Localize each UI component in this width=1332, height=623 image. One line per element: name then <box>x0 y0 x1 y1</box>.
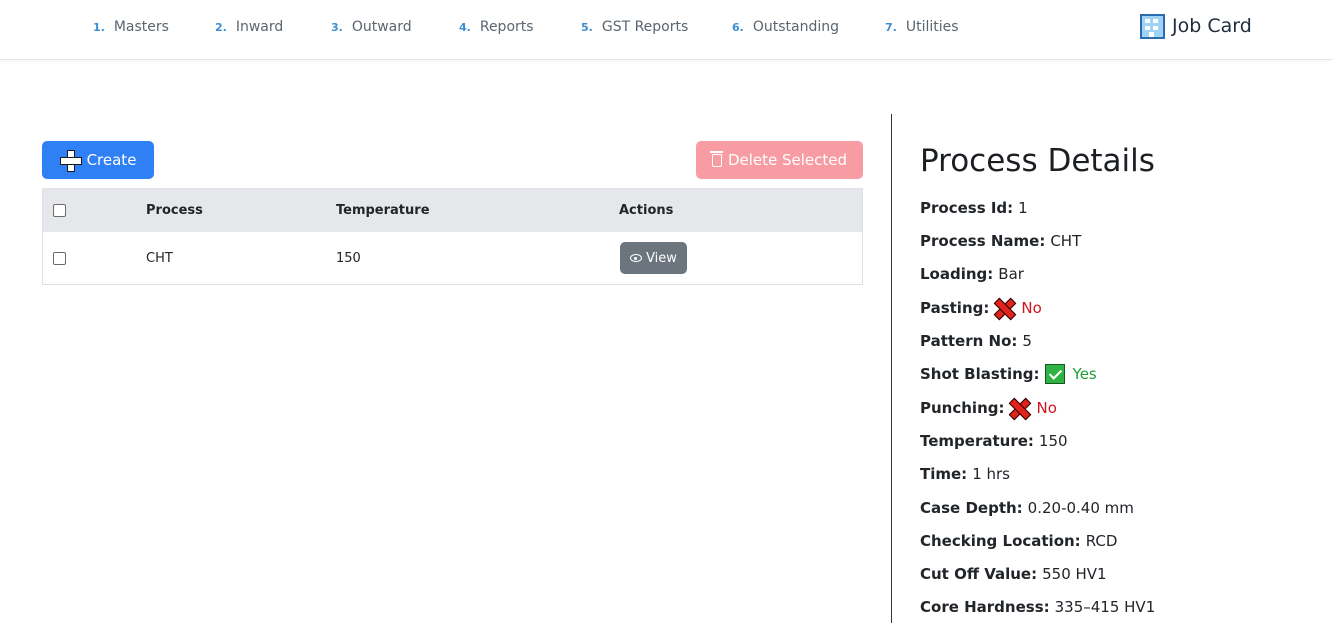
nav-item-outward[interactable]: 3. Outward <box>331 17 412 37</box>
nav-label: Masters <box>113 19 169 35</box>
nav-item-outstanding[interactable]: 6. Outstanding <box>732 17 839 37</box>
detail-label: Time: <box>920 465 968 483</box>
cross-mark-icon <box>1009 398 1029 418</box>
detail-value: Yes <box>1072 365 1097 383</box>
detail-value: RCD <box>1085 532 1118 550</box>
detail-loading: Loading: Bar <box>920 263 1024 285</box>
detail-value: Bar <box>998 265 1024 283</box>
nav-item-utilities[interactable]: 7. Utilities <box>885 17 959 37</box>
create-button-label: Create <box>86 151 137 169</box>
nav-item-gst-reports[interactable]: 5. GST Reports <box>581 17 688 37</box>
delete-selected-button[interactable]: Delete Selected <box>696 141 863 179</box>
create-button[interactable]: Create <box>42 141 154 179</box>
detail-time: Time: 1 hrs <box>920 463 1010 485</box>
cell-process: CHT <box>146 250 173 266</box>
table-header: Process Temperature Actions <box>43 189 862 232</box>
nav-label: Reports <box>479 19 534 35</box>
detail-label: Process Name: <box>920 232 1046 250</box>
detail-process-id: Process Id: 1 <box>920 197 1028 219</box>
detail-shot-blasting: Shot Blasting: Yes <box>920 363 1097 385</box>
process-table: Process Temperature Actions CHT 150 View <box>42 188 863 285</box>
trash-icon <box>709 150 723 167</box>
nav-item-reports[interactable]: 4. Reports <box>459 17 534 37</box>
building-icon <box>1140 13 1165 39</box>
detail-punching: Punching: No <box>920 397 1057 419</box>
detail-label: Loading: <box>920 265 994 283</box>
table-row[interactable]: CHT 150 View <box>43 232 862 284</box>
nav-label: Inward <box>235 19 284 35</box>
nav-label: GST Reports <box>601 19 689 35</box>
header-temperature[interactable]: Temperature <box>336 189 430 232</box>
detail-label: Process Id: <box>920 199 1014 217</box>
nav-item-inward[interactable]: 2. Inward <box>215 17 283 37</box>
detail-value: No <box>1036 399 1057 417</box>
header-process[interactable]: Process <box>146 189 203 232</box>
nav-number: 3. <box>331 20 343 34</box>
detail-value: 0.20-0.40 mm <box>1027 499 1134 517</box>
panel-divider <box>891 114 892 623</box>
check-mark-icon <box>1044 364 1065 384</box>
detail-label: Punching: <box>920 399 1005 417</box>
detail-process-name: Process Name: CHT <box>920 230 1081 252</box>
detail-label: Temperature: <box>920 432 1034 450</box>
detail-label: Core Hardness: <box>920 598 1050 616</box>
delete-button-label: Delete Selected <box>727 151 848 169</box>
detail-value: 550 HV1 <box>1042 565 1107 583</box>
view-button-label: View <box>646 250 677 266</box>
cross-mark-icon <box>994 298 1014 318</box>
header-select-cell <box>53 189 66 232</box>
detail-value: CHT <box>1050 232 1082 250</box>
detail-checking-location: Checking Location: RCD <box>920 530 1117 552</box>
details-title: Process Details <box>920 143 1155 179</box>
detail-label: Checking Location: <box>920 532 1081 550</box>
detail-case-depth: Case Depth: 0.20-0.40 mm <box>920 497 1134 519</box>
header-actions: Actions <box>619 203 674 218</box>
plus-icon <box>59 150 82 172</box>
detail-core-hardness: Core Hardness: 335–415 HV1 <box>920 596 1155 618</box>
detail-pasting: Pasting: No <box>920 297 1042 319</box>
detail-label: Pasting: <box>920 299 990 317</box>
detail-temperature: Temperature: 150 <box>920 430 1068 452</box>
row-checkbox[interactable] <box>53 251 66 265</box>
detail-value: 5 <box>1022 332 1032 350</box>
detail-pattern-no: Pattern No: 5 <box>920 330 1032 352</box>
nav-item-masters[interactable]: 1. Masters <box>93 17 169 37</box>
detail-label: Shot Blasting: <box>920 365 1040 383</box>
brand-link[interactable]: Job Card <box>1140 12 1252 40</box>
view-button[interactable]: View <box>620 242 687 274</box>
detail-value: 1 hrs <box>972 465 1010 483</box>
eye-icon <box>630 254 643 262</box>
select-all-checkbox[interactable] <box>53 204 66 217</box>
nav-number: 2. <box>215 20 227 34</box>
row-select-cell <box>53 232 66 284</box>
detail-label: Case Depth: <box>920 499 1023 517</box>
detail-value: 335–415 HV1 <box>1054 598 1156 616</box>
nav-label: Outward <box>351 19 412 35</box>
detail-value: 1 <box>1018 199 1028 217</box>
detail-cut-off-value: Cut Off Value: 550 HV1 <box>920 563 1107 585</box>
nav-number: 7. <box>885 20 897 34</box>
nav-number: 1. <box>93 20 105 34</box>
nav-number: 6. <box>732 20 744 34</box>
cell-temperature: 150 <box>336 250 361 266</box>
detail-value: 150 <box>1038 432 1068 450</box>
detail-value: No <box>1021 299 1042 317</box>
detail-label: Pattern No: <box>920 332 1018 350</box>
brand-title: Job Card <box>1172 15 1252 37</box>
top-navbar: 1. Masters 2. Inward 3. Outward 4. Repor… <box>0 0 1332 60</box>
nav-label: Outstanding <box>752 19 839 35</box>
nav-number: 5. <box>581 20 593 34</box>
nav-number: 4. <box>459 20 471 34</box>
nav-label: Utilities <box>905 19 959 35</box>
detail-label: Cut Off Value: <box>920 565 1038 583</box>
